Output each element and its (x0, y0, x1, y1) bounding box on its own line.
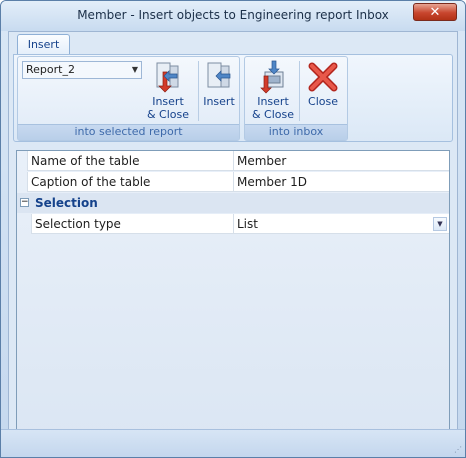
dialog-window: Member - Insert objects to Engineering r… (0, 0, 466, 458)
insert-close-label-2: & Close (146, 108, 190, 121)
ribbon-separator (198, 61, 199, 121)
property-name: Caption of the table (27, 172, 233, 192)
property-name: Name of the table (27, 151, 233, 171)
insert-close-label-1: Insert (152, 95, 184, 108)
dropdown-arrow-icon[interactable]: ▼ (433, 217, 447, 231)
content-frame: Insert Report_2 ▼ Insert & Close Insert … (8, 31, 458, 451)
property-row[interactable]: Name of the table Member (17, 151, 449, 172)
property-grid: Name of the table Member Caption of the … (16, 150, 450, 445)
close-red-x-icon (306, 60, 340, 94)
close-label: Close (308, 95, 338, 108)
property-row[interactable]: Selection type List ▼ (17, 214, 449, 235)
status-bar: ⋰ (1, 429, 465, 457)
tab-insert[interactable]: Insert (17, 34, 70, 55)
ribbon-panel: Report_2 ▼ Insert & Close Insert into se… (13, 54, 453, 142)
resize-grip-icon[interactable]: ⋰ (454, 445, 462, 454)
selection-type-value: List (237, 217, 258, 231)
collapse-icon[interactable]: − (20, 198, 29, 207)
ribbon-separator (299, 61, 300, 121)
insert-button[interactable]: Insert (200, 60, 238, 124)
category-title: Selection (35, 196, 98, 210)
close-button[interactable]: Close (301, 60, 345, 124)
category-selection[interactable]: − Selection (17, 193, 449, 213)
window-title: Member - Insert objects to Engineering r… (77, 8, 389, 22)
insert-icon (202, 60, 236, 94)
insert-close-button[interactable]: Insert & Close (142, 60, 194, 124)
group-into-inbox: Insert & Close Close into inbox (244, 56, 348, 141)
insert-label: Insert (203, 95, 235, 108)
group-label-selected-report: into selected report (18, 124, 239, 140)
group-into-selected-report: Report_2 ▼ Insert & Close Insert into se… (17, 56, 240, 141)
window-close-button[interactable]: ✕ (413, 3, 457, 21)
property-name: Selection type (31, 214, 233, 234)
property-value[interactable]: Member (233, 151, 449, 171)
chevron-down-icon: ▼ (131, 65, 138, 74)
insert-close-icon (151, 60, 185, 94)
title-bar[interactable]: Member - Insert objects to Engineering r… (1, 1, 465, 31)
property-value[interactable]: List ▼ (233, 214, 449, 234)
inbox-insert-close-label-1: Insert (257, 95, 289, 108)
report-select-value: Report_2 (26, 63, 75, 76)
property-row[interactable]: Caption of the table Member 1D (17, 172, 449, 193)
property-value[interactable]: Member 1D (233, 172, 449, 192)
group-label-inbox: into inbox (245, 124, 347, 140)
inbox-insert-close-icon (256, 60, 290, 94)
inbox-insert-close-label-2: & Close (251, 108, 295, 121)
report-select[interactable]: Report_2 ▼ (22, 61, 142, 79)
inbox-insert-close-button[interactable]: Insert & Close (249, 60, 297, 124)
